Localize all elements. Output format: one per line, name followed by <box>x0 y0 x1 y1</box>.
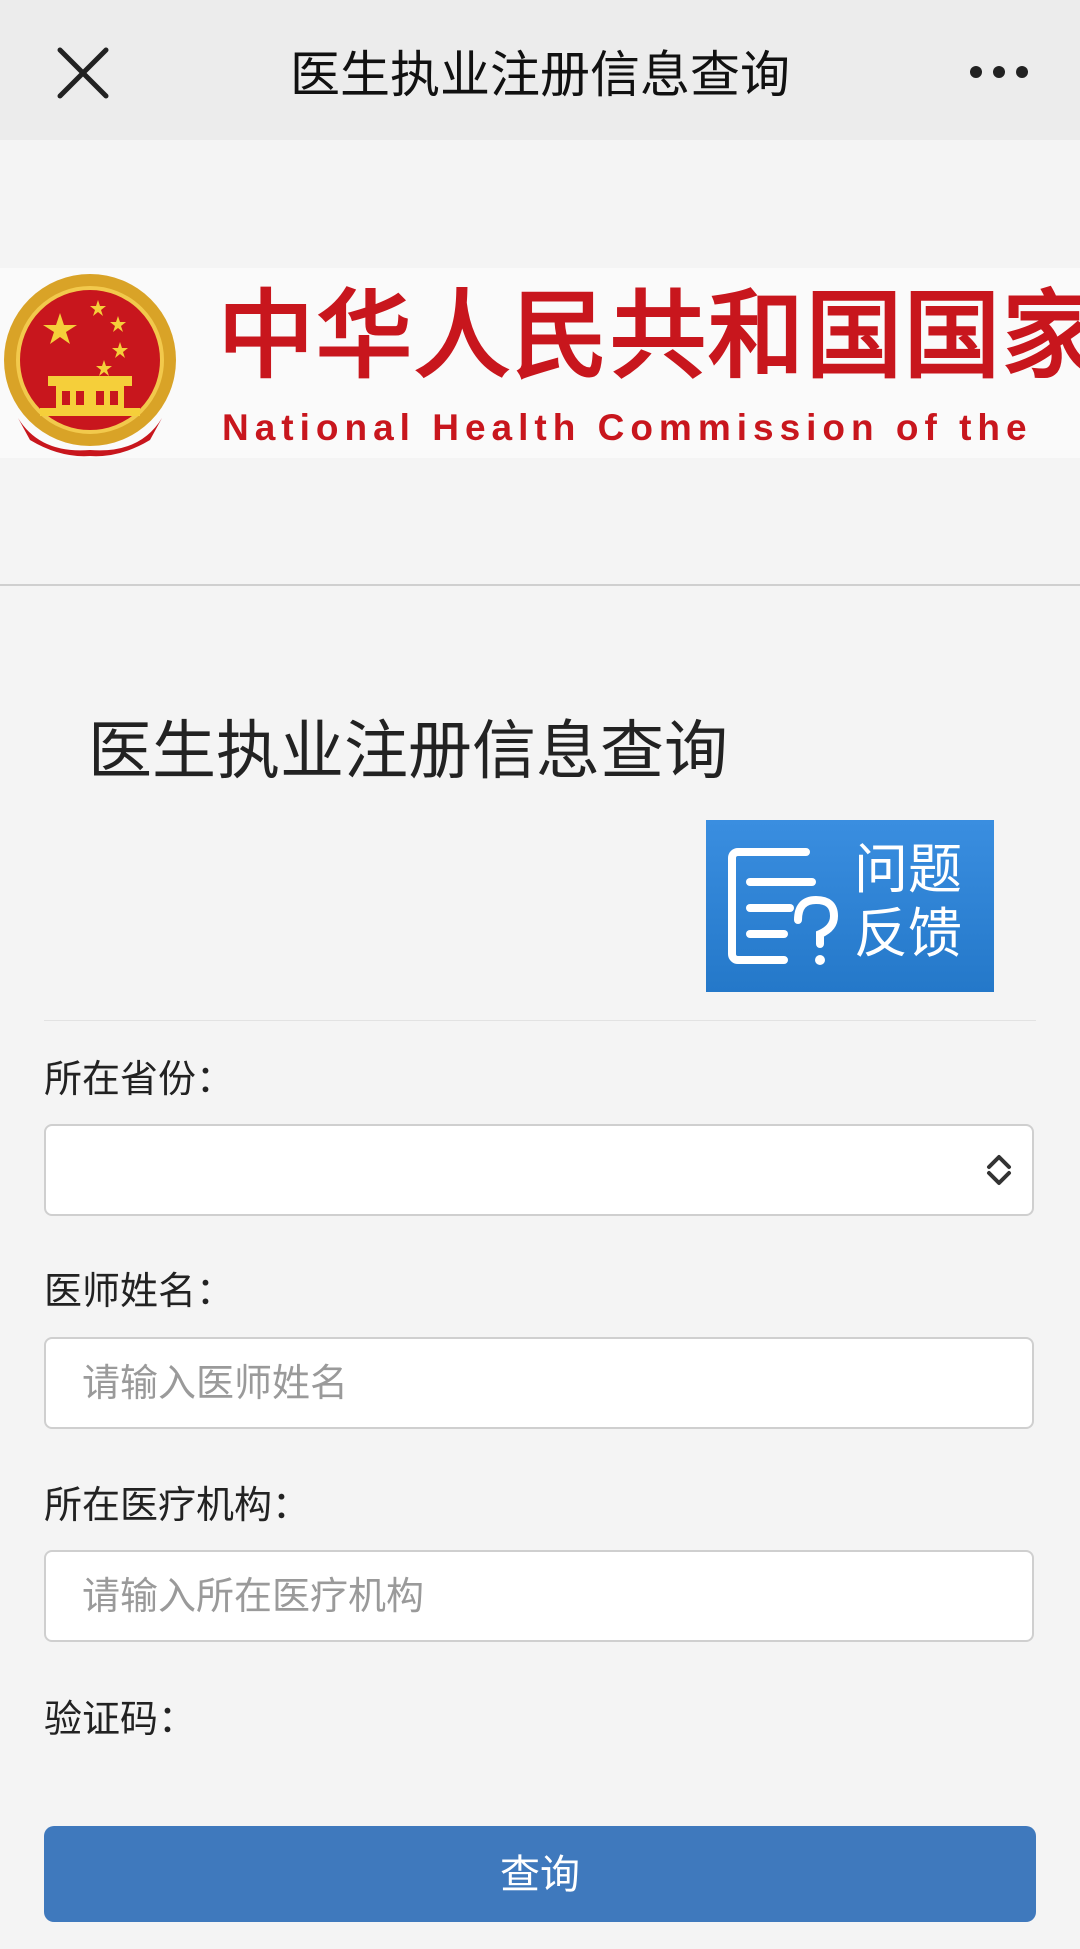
feedback-label-line1: 问题 <box>854 838 962 901</box>
nhc-banner: 中华人民共和国国家 National Health Commission of … <box>0 268 1080 458</box>
province-select[interactable] <box>44 1124 1034 1216</box>
feedback-document-question-icon <box>728 848 839 965</box>
top-nav-bar: 医生执业注册信息查询 <box>0 0 1080 140</box>
province-label: 所在省份： <box>44 1057 235 1101</box>
feedback-button[interactable]: 问题 反馈 <box>706 820 994 992</box>
institution-label: 所在医疗机构： <box>44 1483 311 1527</box>
feedback-label: 问题 反馈 <box>854 838 984 966</box>
form-divider <box>44 1020 1036 1021</box>
more-icon[interactable] <box>968 62 1030 82</box>
national-emblem-icon <box>4 274 176 457</box>
nav-title: 医生执业注册信息查询 <box>290 46 790 104</box>
captcha-label: 验证码： <box>44 1697 197 1741</box>
institution-input[interactable] <box>44 1550 1034 1642</box>
doctor-name-label: 医师姓名： <box>44 1269 235 1313</box>
query-button[interactable]: 查询 <box>44 1826 1036 1922</box>
banner-title-cn: 中华人民共和国国家 <box>218 280 1080 392</box>
section-divider <box>0 584 1080 586</box>
doctor-name-input[interactable] <box>44 1337 1034 1429</box>
province-select-wrapper <box>44 1124 1034 1216</box>
feedback-label-line2: 反馈 <box>854 902 962 965</box>
page-title: 医生执业注册信息查询 <box>88 715 728 789</box>
banner-title-en: National Health Commission of the <box>222 407 1033 448</box>
